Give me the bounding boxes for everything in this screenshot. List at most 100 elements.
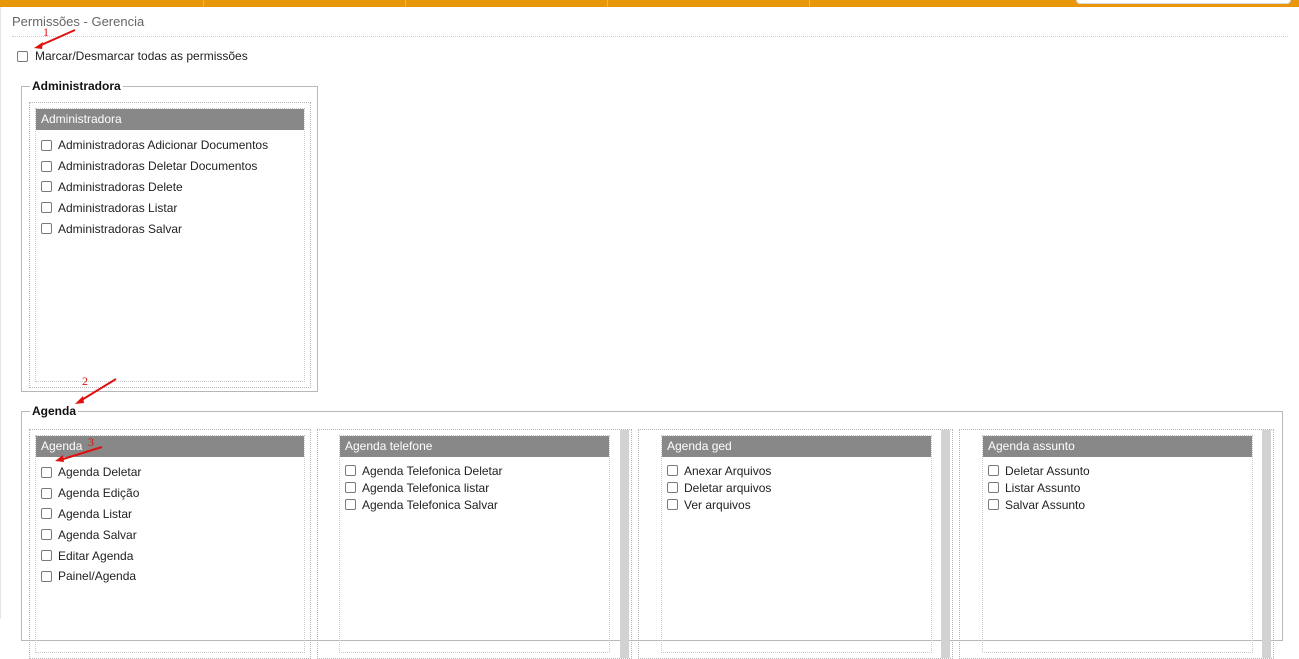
permission-item[interactable]: Administradoras Deletar Documentos (41, 156, 304, 177)
panel-header: Agenda (36, 436, 304, 457)
top-search-box[interactable] (1076, 0, 1291, 4)
permission-item[interactable]: Deletar Assunto (988, 462, 1252, 479)
permission-label: Ver arquivos (684, 497, 751, 512)
permission-item[interactable]: Administradoras Salvar (41, 218, 304, 239)
panel-scrollbar[interactable] (1262, 430, 1271, 658)
group-legend-administradora: Administradora (30, 79, 123, 93)
permission-item[interactable]: Editar Agenda (41, 545, 304, 566)
panel-agenda: Agenda Agenda Deletar Agenda Edição Agen… (29, 429, 311, 659)
permission-list: Deletar Assunto Listar Assunto Salvar As… (988, 462, 1252, 513)
group-legend-agenda: Agenda (30, 404, 79, 418)
nav-separator (203, 0, 204, 7)
group-agenda: Agenda Agenda Agenda Deletar Agenda Ediç… (21, 404, 1283, 659)
permission-checkbox[interactable] (988, 499, 999, 510)
permission-label: Listar Assunto (1005, 480, 1081, 495)
permission-checkbox[interactable] (41, 223, 52, 235)
permission-item[interactable]: Painel/Agenda (41, 566, 304, 587)
permission-label: Agenda Edição (58, 486, 140, 501)
panel-agenda-telefone: Agenda telefone Agenda Telefonica Deleta… (317, 429, 632, 659)
permission-label: Deletar arquivos (684, 480, 772, 495)
panel-header: Administradora (36, 109, 304, 130)
permission-item[interactable]: Agenda Deletar (41, 462, 304, 483)
permission-label: Anexar Arquivos (684, 463, 772, 478)
permission-label: Editar Agenda (58, 548, 134, 563)
permission-item[interactable]: Administradoras Delete (41, 177, 304, 198)
permission-label: Agenda Telefonica Salvar (362, 497, 498, 512)
panel-inner: Agenda telefone Agenda Telefonica Deleta… (339, 435, 610, 653)
permissions-page: Permissões - Gerencia Marcar/Desmarcar t… (0, 7, 1299, 659)
annotation-arrow-3 (55, 446, 103, 462)
annotation-marker-2: 2 (82, 374, 88, 388)
permission-checkbox[interactable] (41, 487, 52, 499)
permission-item[interactable]: Agenda Telefonica Salvar (345, 496, 609, 513)
check-all-checkbox[interactable] (17, 50, 28, 62)
permission-checkbox[interactable] (41, 139, 52, 151)
panel-header: Agenda assunto (983, 436, 1252, 457)
annotation-marker-1: 1 (43, 25, 49, 39)
permission-item[interactable]: Deletar arquivos (667, 479, 931, 496)
title-divider (12, 36, 1288, 37)
permission-list: Agenda Deletar Agenda Edição Agenda List… (41, 462, 304, 587)
panel-scrollbar[interactable] (941, 430, 950, 658)
permission-checkbox[interactable] (41, 570, 52, 582)
panel-agenda-assunto: Agenda assunto Deletar Assunto Listar As… (959, 429, 1274, 659)
permission-checkbox[interactable] (345, 482, 356, 493)
permission-item[interactable]: Agenda Telefonica listar (345, 479, 609, 496)
permission-label: Salvar Assunto (1005, 497, 1086, 512)
permission-checkbox[interactable] (667, 499, 678, 510)
permission-checkbox[interactable] (667, 465, 678, 476)
permission-label: Agenda Deletar (58, 465, 142, 480)
check-all-label: Marcar/Desmarcar todas as permissões (35, 49, 248, 63)
panel-inner: Agenda ged Anexar Arquivos Deletar arqui… (661, 435, 932, 653)
permission-checkbox[interactable] (41, 529, 52, 541)
panel-inner: Administradora Administradoras Adicionar… (35, 108, 305, 382)
panel-header: Agenda ged (662, 436, 931, 457)
permission-checkbox[interactable] (988, 482, 999, 493)
annotation-marker-3: 3 (88, 435, 94, 449)
permission-item[interactable]: Administradoras Listar (41, 197, 304, 218)
permission-checkbox[interactable] (41, 202, 52, 214)
permission-label: Deletar Assunto (1005, 463, 1090, 478)
permission-checkbox[interactable] (41, 508, 52, 520)
permission-label: Agenda Telefonica listar (362, 480, 490, 495)
panel-scrollbar[interactable] (620, 430, 629, 658)
permission-label: Agenda Listar (58, 506, 133, 521)
nav-separator (809, 0, 810, 7)
nav-separator (607, 0, 608, 7)
permission-item[interactable]: Administradoras Adicionar Documentos (41, 135, 304, 156)
panel-administradora: Administradora Administradoras Adicionar… (29, 102, 311, 388)
permission-label: Administradoras Delete (58, 179, 183, 194)
nav-separator (405, 0, 406, 7)
permission-checkbox[interactable] (345, 499, 356, 510)
panel-agenda-ged: Agenda ged Anexar Arquivos Deletar arqui… (638, 429, 953, 659)
permission-label: Agenda Telefonica Deletar (362, 463, 503, 478)
permission-label: Agenda Salvar (58, 527, 137, 542)
permission-list: Administradoras Adicionar Documentos Adm… (41, 135, 304, 239)
permission-label: Administradoras Listar (58, 200, 178, 215)
permission-label: Administradoras Salvar (58, 221, 183, 236)
permission-checkbox[interactable] (41, 550, 52, 562)
permission-item[interactable]: Agenda Listar (41, 504, 304, 525)
permission-checkbox[interactable] (345, 465, 356, 476)
permission-list: Anexar Arquivos Deletar arquivos Ver arq… (667, 462, 931, 513)
permission-item[interactable]: Salvar Assunto (988, 496, 1252, 513)
group-administradora: Administradora Administradora Administra… (21, 79, 318, 392)
permission-item[interactable]: Agenda Salvar (41, 524, 304, 545)
permission-item[interactable]: Agenda Telefonica Deletar (345, 462, 609, 479)
permission-item[interactable]: Agenda Edição (41, 483, 304, 504)
permission-item[interactable]: Listar Assunto (988, 479, 1252, 496)
permission-checkbox[interactable] (41, 466, 52, 478)
permission-label: Administradoras Deletar Documentos (58, 159, 258, 174)
permission-item[interactable]: Anexar Arquivos (667, 462, 931, 479)
permission-list: Agenda Telefonica Deletar Agenda Telefon… (345, 462, 609, 513)
page-title: Permissões - Gerencia (12, 14, 145, 29)
permission-label: Administradoras Adicionar Documentos (58, 138, 269, 153)
check-all-row[interactable]: Marcar/Desmarcar todas as permissões (17, 49, 248, 63)
permission-checkbox[interactable] (41, 181, 52, 193)
permission-checkbox[interactable] (667, 482, 678, 493)
panel-inner: Agenda assunto Deletar Assunto Listar As… (982, 435, 1253, 653)
permission-checkbox[interactable] (41, 160, 52, 172)
permission-item[interactable]: Ver arquivos (667, 496, 931, 513)
permission-checkbox[interactable] (988, 465, 999, 476)
panel-header: Agenda telefone (340, 436, 609, 457)
